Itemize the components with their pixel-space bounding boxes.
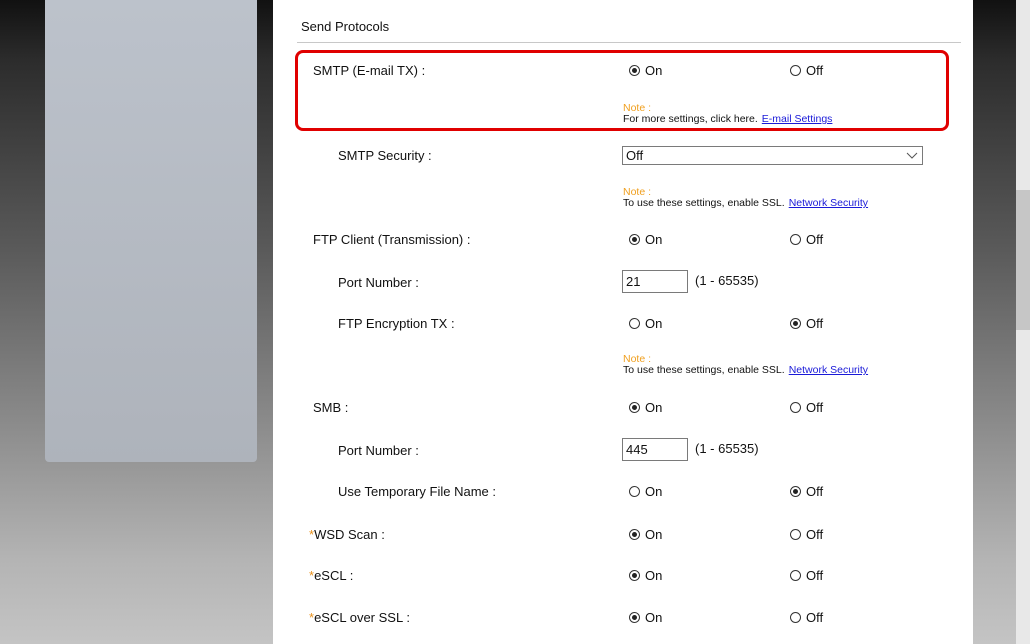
left-nav-panel	[45, 0, 257, 462]
select-value: Off	[626, 148, 644, 163]
section-divider	[297, 42, 961, 43]
section-title: Send Protocols	[301, 19, 390, 34]
radio-unchecked-icon	[790, 65, 801, 76]
ftp-client-off-radio[interactable]: Off	[790, 232, 823, 247]
smtp-off-radio[interactable]: Off	[790, 63, 823, 78]
chevron-down-icon	[906, 152, 918, 159]
radio-checked-icon	[629, 234, 640, 245]
ftp-client-label: FTP Client (Transmission) :	[313, 232, 471, 247]
ftp-port-label: Port Number :	[338, 275, 419, 290]
ftp-encryption-label: FTP Encryption TX :	[338, 316, 455, 331]
radio-unchecked-icon	[790, 402, 801, 413]
scrollbar-thumb[interactable]	[1016, 190, 1030, 330]
smtp-security-note: Note : To use these settings, enable SSL…	[623, 187, 868, 209]
radio-checked-icon	[629, 570, 640, 581]
smb-on-radio[interactable]: On	[629, 400, 662, 415]
smb-port-input[interactable]: 445	[622, 438, 688, 461]
email-settings-link[interactable]: E-mail Settings	[762, 113, 833, 125]
wsd-scan-off-radio[interactable]: Off	[790, 527, 823, 542]
ftp-port-input[interactable]: 21	[622, 270, 688, 293]
escl-ssl-label: *eSCL over SSL :	[309, 610, 410, 625]
wsd-scan-label: *WSD Scan :	[309, 527, 385, 542]
smb-port-label: Port Number :	[338, 443, 419, 458]
radio-checked-icon	[790, 486, 801, 497]
ftp-encryption-off-radio[interactable]: Off	[790, 316, 823, 331]
ftp-client-on-radio[interactable]: On	[629, 232, 662, 247]
radio-unchecked-icon	[629, 486, 640, 497]
escl-off-radio[interactable]: Off	[790, 568, 823, 583]
smtp-security-label: SMTP Security :	[338, 148, 432, 163]
wsd-scan-on-radio[interactable]: On	[629, 527, 662, 542]
ftp-encryption-on-radio[interactable]: On	[629, 316, 662, 331]
note-text: To use these settings, enable SSL.	[623, 197, 785, 209]
temp-file-off-radio[interactable]: Off	[790, 484, 823, 499]
smb-off-radio[interactable]: Off	[790, 400, 823, 415]
smtp-security-select[interactable]: Off	[622, 146, 923, 165]
radio-unchecked-icon	[790, 234, 801, 245]
note-text: For more settings, click here.	[623, 113, 758, 125]
smtp-note: Note : For more settings, click here. E-m…	[623, 103, 832, 125]
ftp-encryption-note: Note : To use these settings, enable SSL…	[623, 354, 868, 376]
radio-unchecked-icon	[790, 570, 801, 581]
radio-unchecked-icon	[790, 612, 801, 623]
network-security-link[interactable]: Network Security	[789, 364, 868, 376]
escl-label: *eSCL :	[309, 568, 354, 583]
temp-file-label: Use Temporary File Name :	[338, 484, 496, 499]
network-security-link[interactable]: Network Security	[789, 197, 868, 209]
note-text: To use these settings, enable SSL.	[623, 364, 785, 376]
escl-ssl-off-radio[interactable]: Off	[790, 610, 823, 625]
temp-file-on-radio[interactable]: On	[629, 484, 662, 499]
radio-checked-icon	[629, 402, 640, 413]
radio-checked-icon	[790, 318, 801, 329]
radio-checked-icon	[629, 612, 640, 623]
radio-checked-icon	[629, 65, 640, 76]
radio-unchecked-icon	[629, 318, 640, 329]
smtp-label: SMTP (E-mail TX) :	[313, 63, 426, 78]
smb-port-range: (1 - 65535)	[695, 441, 759, 456]
escl-ssl-on-radio[interactable]: On	[629, 610, 662, 625]
escl-on-radio[interactable]: On	[629, 568, 662, 583]
ftp-port-range: (1 - 65535)	[695, 273, 759, 288]
settings-content: Send Protocols SMTP (E-mail TX) : On Off…	[273, 0, 973, 644]
radio-unchecked-icon	[790, 529, 801, 540]
smb-label: SMB :	[313, 400, 349, 415]
smtp-on-radio[interactable]: On	[629, 63, 662, 78]
radio-checked-icon	[629, 529, 640, 540]
